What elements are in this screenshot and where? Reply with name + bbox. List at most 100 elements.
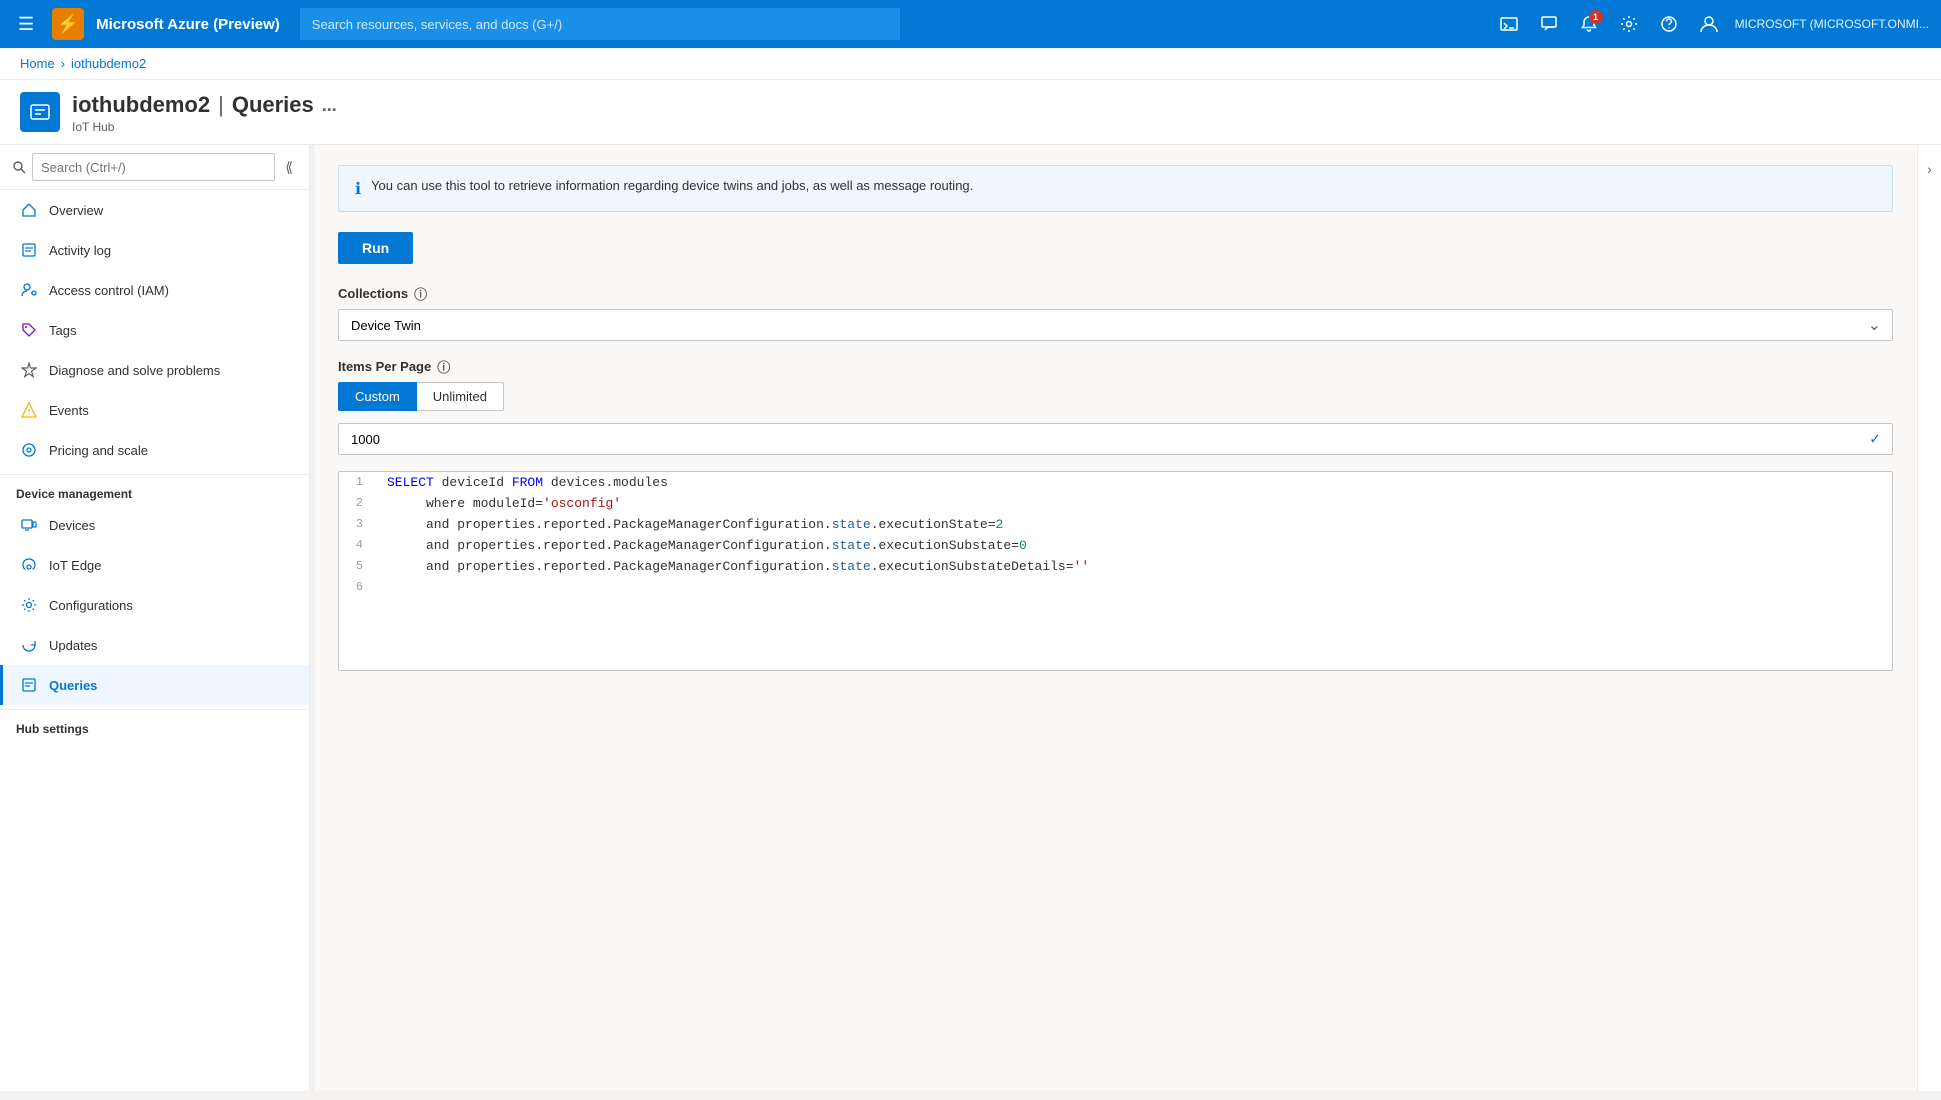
sidebar-item-events[interactable]: Events: [0, 390, 309, 430]
resource-type: IoT Hub: [72, 120, 1921, 134]
code-line-6: 6: [339, 577, 1892, 596]
sidebar-search-icon: [12, 160, 26, 174]
menu-hamburger-icon[interactable]: ☰: [12, 8, 40, 41]
sidebar-item-configurations[interactable]: Configurations: [0, 585, 309, 625]
code-content-1: SELECT deviceId FROM devices.modules: [379, 474, 1892, 491]
sidebar-item-activity-log[interactable]: Activity log: [0, 230, 309, 270]
sidebar-search-input[interactable]: [32, 153, 275, 181]
collections-select-wrapper: Device Twin Jobs Message Routing: [338, 309, 1893, 341]
breadcrumb-separator: ›: [61, 56, 65, 71]
code-content-5: and properties.reported.PackageManagerCo…: [379, 558, 1892, 575]
cloud-shell-icon[interactable]: [1491, 6, 1527, 42]
code-line-3: 3 and properties.reported.PackageManager…: [339, 514, 1892, 535]
notifications-icon[interactable]: 1: [1571, 6, 1607, 42]
collections-info-icon[interactable]: ⓘ: [414, 284, 427, 303]
content-area: ℹ You can use this tool to retrieve info…: [314, 145, 1917, 1091]
feedback-icon[interactable]: [1531, 6, 1567, 42]
sidebar-item-diagnose[interactable]: Diagnose and solve problems: [0, 350, 309, 390]
sidebar-item-tags-label: Tags: [49, 323, 76, 338]
sidebar-item-updates[interactable]: Updates: [0, 625, 309, 665]
run-button[interactable]: Run: [338, 232, 413, 264]
code-line-2: 2 where moduleId='osconfig': [339, 493, 1892, 514]
breadcrumb: Home › iothubdemo2: [0, 48, 1941, 80]
sidebar-item-iot-edge[interactable]: IoT Edge: [0, 545, 309, 585]
sidebar-collapse-button[interactable]: ⟪: [281, 155, 297, 180]
page-title-group: iothubdemo2 | Queries ... IoT Hub: [72, 92, 1921, 134]
sidebar-item-queries[interactable]: Queries: [0, 665, 309, 705]
account-icon[interactable]: [1691, 6, 1727, 42]
code-content-6: [379, 579, 1892, 581]
breadcrumb-home[interactable]: Home: [20, 56, 55, 71]
settings-icon[interactable]: [1611, 6, 1647, 42]
sidebar-item-activity-log-label: Activity log: [49, 243, 111, 258]
sidebar-item-diagnose-label: Diagnose and solve problems: [49, 363, 220, 378]
device-management-header: Device management: [0, 474, 309, 505]
page-header: iothubdemo2 | Queries ... IoT Hub: [0, 80, 1941, 145]
resource-icon: [20, 92, 60, 132]
toggle-custom-button[interactable]: Custom: [338, 382, 417, 411]
sidebar-item-devices[interactable]: Devices: [0, 505, 309, 545]
sidebar-item-devices-label: Devices: [49, 518, 95, 533]
code-content-2: where moduleId='osconfig': [379, 495, 1892, 512]
line-number-2: 2: [339, 495, 379, 510]
collections-label: Collections ⓘ: [338, 284, 1893, 303]
page-title: iothubdemo2 | Queries ...: [72, 92, 1921, 118]
info-banner-message: You can use this tool to retrieve inform…: [371, 178, 973, 193]
info-banner-icon: ℹ: [355, 179, 361, 199]
pricing-icon: [19, 440, 39, 460]
right-panel-expand[interactable]: ›: [1917, 145, 1941, 1091]
collections-select[interactable]: Device Twin Jobs Message Routing: [338, 309, 1893, 341]
line-number-3: 3: [339, 516, 379, 531]
activity-log-icon: [19, 240, 39, 260]
sidebar: ⟪ Overview Activity log Access control (…: [0, 145, 310, 1091]
page-name: Queries: [232, 92, 314, 118]
notification-badge: 1: [1589, 10, 1603, 24]
items-per-page-field-group: Items Per Page ⓘ Custom Unlimited 1000 1…: [338, 357, 1893, 455]
items-per-page-info-icon[interactable]: ⓘ: [437, 357, 450, 376]
iot-edge-icon: [19, 555, 39, 575]
more-options-button[interactable]: ...: [322, 95, 337, 116]
line-number-5: 5: [339, 558, 379, 573]
tags-icon: [19, 320, 39, 340]
toggle-unlimited-button[interactable]: Unlimited: [417, 382, 504, 411]
main-layout: ⟪ Overview Activity log Access control (…: [0, 145, 1941, 1091]
sidebar-item-events-label: Events: [49, 403, 89, 418]
help-icon[interactable]: [1651, 6, 1687, 42]
topbar-actions: 1 MICROSOFT (MICROSOFT.ONMI...: [1491, 6, 1929, 42]
access-control-icon: [19, 280, 39, 300]
collections-field-group: Collections ⓘ Device Twin Jobs Message R…: [338, 284, 1893, 341]
global-search-input[interactable]: [300, 8, 900, 40]
queries-icon: [19, 675, 39, 695]
line-number-6: 6: [339, 579, 379, 594]
events-icon: [19, 400, 39, 420]
title-separator: |: [218, 92, 224, 118]
overview-icon: [19, 200, 39, 220]
items-per-page-select[interactable]: 1000 100 500: [338, 423, 1893, 455]
sidebar-item-pricing-label: Pricing and scale: [49, 443, 148, 458]
sidebar-item-queries-label: Queries: [49, 678, 97, 693]
sidebar-nav: Overview Activity log Access control (IA…: [0, 190, 309, 1091]
code-editor[interactable]: 1 SELECT deviceId FROM devices.modules 2…: [338, 471, 1893, 671]
sidebar-item-overview-label: Overview: [49, 203, 103, 218]
sidebar-item-configurations-label: Configurations: [49, 598, 133, 613]
topbar: ☰ ⚡ Microsoft Azure (Preview) 1 MICROSOF…: [0, 0, 1941, 48]
sidebar-item-overview[interactable]: Overview: [0, 190, 309, 230]
code-content-4: and properties.reported.PackageManagerCo…: [379, 537, 1892, 554]
items-per-page-toggle-group: Custom Unlimited: [338, 382, 1893, 411]
info-banner: ℹ You can use this tool to retrieve info…: [338, 165, 1893, 212]
breadcrumb-current[interactable]: iothubdemo2: [71, 56, 146, 71]
sidebar-item-tags[interactable]: Tags: [0, 310, 309, 350]
updates-icon: [19, 635, 39, 655]
hub-settings-header: Hub settings: [0, 709, 309, 740]
devices-icon: [19, 515, 39, 535]
sidebar-item-pricing[interactable]: Pricing and scale: [0, 430, 309, 470]
sidebar-item-iot-edge-label: IoT Edge: [49, 558, 102, 573]
app-title: Microsoft Azure (Preview): [96, 16, 280, 33]
code-content-3: and properties.reported.PackageManagerCo…: [379, 516, 1892, 533]
diagnose-icon: [19, 360, 39, 380]
account-label: MICROSOFT (MICROSOFT.ONMI...: [1735, 17, 1929, 31]
resource-name: iothubdemo2: [72, 92, 210, 118]
items-per-page-label: Items Per Page ⓘ: [338, 357, 1893, 376]
code-line-1: 1 SELECT deviceId FROM devices.modules: [339, 472, 1892, 493]
sidebar-item-access-control[interactable]: Access control (IAM): [0, 270, 309, 310]
